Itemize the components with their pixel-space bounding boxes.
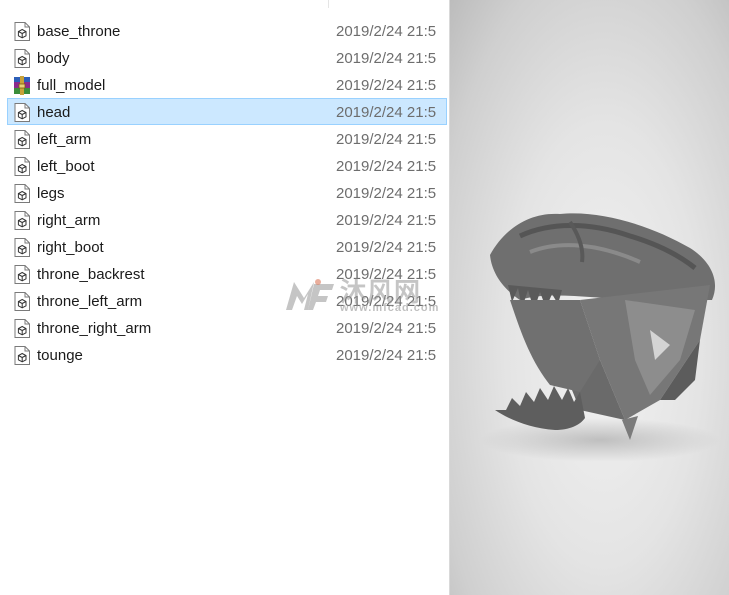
file-row[interactable]: head 2019/2/24 21:5 [7, 98, 447, 125]
model-file-icon [13, 130, 31, 149]
file-name: right_arm [37, 212, 101, 229]
file-row[interactable]: base_throne 2019/2/24 21:5 [7, 17, 447, 44]
file-row[interactable]: left_arm 2019/2/24 21:5 [7, 125, 447, 152]
file-name: throne_left_arm [37, 293, 143, 310]
model-file-icon [13, 319, 31, 338]
file-date-modified: 2019/2/24 21:5 [336, 77, 437, 94]
file-date-modified: 2019/2/24 21:5 [336, 212, 437, 229]
model-file-icon [13, 238, 31, 257]
column-divider[interactable] [328, 0, 329, 8]
mf-logo-icon [286, 279, 334, 310]
file-name: left_arm [37, 131, 92, 148]
preview-pane [450, 0, 729, 595]
file-name: throne_right_arm [37, 320, 152, 337]
file-name: head [37, 104, 71, 121]
model-file-icon [13, 292, 31, 311]
file-name: base_throne [37, 23, 121, 40]
file-row[interactable]: right_boot 2019/2/24 21:5 [7, 233, 447, 260]
file-name: throne_backrest [37, 266, 145, 283]
file-name: legs [37, 185, 65, 202]
file-date-modified: 2019/2/24 21:5 [336, 347, 437, 364]
watermark: 沐风网 www.mfcad.com [284, 274, 454, 320]
file-row[interactable]: full_model 2019/2/24 21:5 [7, 71, 447, 98]
file-name: right_boot [37, 239, 104, 256]
file-name: tounge [37, 347, 83, 364]
file-date-modified: 2019/2/24 21:5 [336, 239, 437, 256]
3d-head-model-preview [480, 213, 720, 462]
model-file-icon [13, 211, 31, 230]
archive-icon [13, 76, 31, 95]
file-date-modified: 2019/2/24 21:5 [336, 50, 437, 67]
file-name: body [37, 50, 70, 67]
model-file-icon [13, 184, 31, 203]
watermark-url: www.mfcad.com [340, 302, 440, 314]
file-date-modified: 2019/2/24 21:5 [336, 185, 437, 202]
model-file-icon [13, 157, 31, 176]
file-date-modified: 2019/2/24 21:5 [336, 131, 437, 148]
file-row[interactable]: left_boot 2019/2/24 21:5 [7, 152, 447, 179]
file-row[interactable]: body 2019/2/24 21:5 [7, 44, 447, 71]
file-name: full_model [37, 77, 106, 94]
model-file-icon [13, 265, 31, 284]
model-file-icon [13, 346, 31, 365]
model-file-icon [13, 49, 31, 68]
file-date-modified: 2019/2/24 21:5 [336, 158, 437, 175]
model-file-icon [13, 103, 31, 122]
file-row[interactable]: tounge 2019/2/24 21:5 [7, 341, 447, 368]
file-date-modified: 2019/2/24 21:5 [336, 104, 437, 121]
file-row[interactable]: right_arm 2019/2/24 21:5 [7, 206, 447, 233]
model-file-icon [13, 22, 31, 41]
file-row[interactable]: legs 2019/2/24 21:5 [7, 179, 447, 206]
file-date-modified: 2019/2/24 21:5 [336, 23, 437, 40]
file-date-modified: 2019/2/24 21:5 [336, 320, 437, 337]
file-name: left_boot [37, 158, 95, 175]
